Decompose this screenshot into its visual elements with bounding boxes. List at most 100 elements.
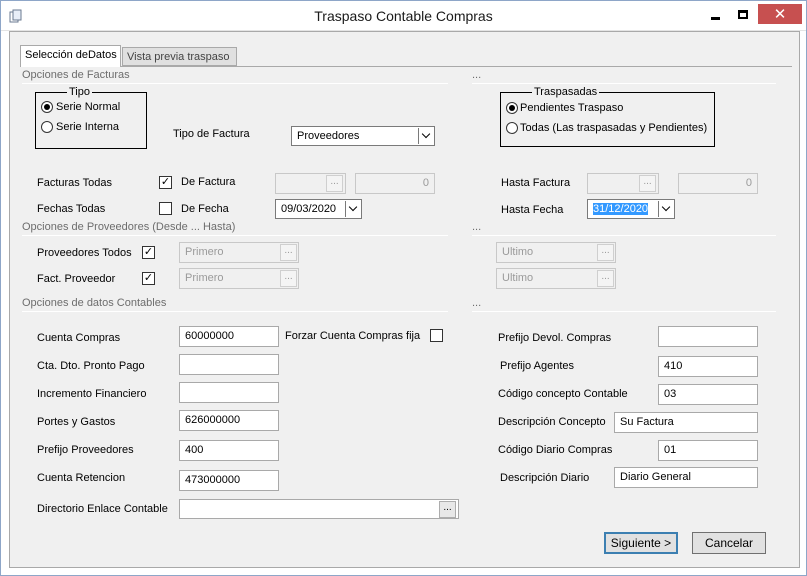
todas-label: Todas (Las traspasadas y Pendientes) [520,122,708,134]
divider [472,235,776,236]
incremento-input[interactable] [179,382,279,403]
desc-concepto-label: Descripción Concepto [498,416,606,428]
fechas-todas-label: Fechas Todas [37,203,106,215]
cta-dto-input[interactable] [179,354,279,375]
divider [472,83,776,84]
codigo-concepto-label: Código concepto Contable [498,388,628,400]
close-button[interactable]: ✕ [758,4,802,24]
tipo-factura-value: Proveedores [297,130,360,142]
cuenta-compras-input[interactable]: 60000000 [179,326,279,347]
facturas-todas-checkbox[interactable]: ✓ [159,176,172,189]
hasta-factura-number-input[interactable]: 0 [678,173,758,194]
incremento-label: Incremento Financiero [37,388,147,400]
hasta-factura-label: Hasta Factura [501,177,571,189]
hasta-fecha-label: Hasta Fecha [501,204,564,216]
prefijo-devol-input[interactable] [658,326,758,347]
desc-diario-input[interactable]: Diario General [614,467,758,488]
serie-normal-radio[interactable] [41,101,53,113]
proveedores-todos-from-browse[interactable]: ... [280,244,297,261]
codigo-diario-input[interactable]: 01 [658,440,758,461]
forzar-cuenta-label: Forzar Cuenta Compras fija [285,330,421,342]
facturas-todas-label: Facturas Todas [37,177,113,189]
hasta-factura-browse-button[interactable]: ... [639,175,656,192]
desc-diario-label: Descripción Diario [500,472,590,484]
proveedores-todos-to-browse[interactable]: ... [597,244,614,261]
de-factura-label: De Factura [181,176,236,188]
section-contables: Opciones de datos Contables [22,297,167,309]
client-area: Selección deDatos Vista previa traspaso … [9,31,800,568]
pendientes-label: Pendientes Traspaso [520,102,624,114]
maximize-button[interactable] [730,4,756,24]
dropdown-arrow [418,128,433,144]
de-factura-browse-button[interactable]: ... [326,175,343,192]
divider [22,235,448,236]
forzar-cuenta-checkbox[interactable] [430,329,443,342]
minimize-icon [710,16,720,20]
fechas-todas-checkbox[interactable] [159,202,172,215]
section-facturas-right: ... [472,69,482,81]
chevron-down-icon [421,129,431,139]
de-factura-number-input[interactable]: 0 [355,173,435,194]
prefijo-proveedores-label: Prefijo Proveedores [37,444,134,456]
pendientes-radio[interactable] [506,102,518,114]
fact-proveedor-checkbox[interactable]: ✓ [142,272,155,285]
window-title: Traspaso Contable Compras [314,8,493,24]
dropdown-arrow [345,201,360,217]
chevron-down-icon [348,202,358,212]
cuenta-retencion-label: Cuenta Retencion [37,472,126,484]
directorio-label: Directorio Enlace Contable [37,503,168,515]
desc-concepto-input[interactable]: Su Factura [614,412,758,433]
dialog-window: Traspaso Contable Compras ✕ Selección de… [0,0,807,576]
divider [472,311,776,312]
section-facturas: Opciones de Facturas [22,69,130,81]
traspasadas-group [500,92,715,147]
directorio-input[interactable] [179,499,459,519]
cta-dto-label: Cta. Dto. Pronto Pago [37,360,145,372]
prefijo-agentes-label: Prefijo Agentes [500,360,574,372]
directorio-browse-button[interactable]: ... [439,501,456,518]
prefijo-agentes-input[interactable]: 410 [658,356,758,377]
proveedores-todos-checkbox[interactable]: ✓ [142,246,155,259]
prefijo-devol-label: Prefijo Devol. Compras [498,332,612,344]
title-bar: Traspaso Contable Compras ✕ [1,1,806,31]
cancelar-button[interactable]: Cancelar [692,532,766,554]
proveedores-todos-label: Proveedores Todos [37,247,132,259]
tab-panel: Opciones de Facturas ... Tipo Serie Norm… [20,66,792,562]
de-fecha-picker[interactable]: 09/03/2020 [275,199,362,219]
dropdown-arrow [658,201,673,217]
traspasadas-legend: Traspasadas [532,86,600,98]
minimize-button[interactable] [702,4,728,24]
portes-label: Portes y Gastos [37,416,116,428]
serie-interna-radio[interactable] [41,121,53,133]
section-contables-right: ... [472,297,482,309]
de-fecha-value: 09/03/2020 [281,203,337,215]
fact-proveedor-label: Fact. Proveedor [37,273,116,285]
serie-normal-label: Serie Normal [56,101,121,113]
divider [22,311,448,312]
serie-interna-label: Serie Interna [56,121,119,133]
section-proveedores-right: ... [472,221,482,233]
hasta-fecha-picker[interactable]: 31/12/2020 [587,199,675,219]
tipo-factura-label: Tipo de Factura [173,128,250,140]
tab-vista-previa[interactable]: Vista previa traspaso [122,47,237,66]
fact-proveedor-to-browse[interactable]: ... [597,270,614,287]
divider [22,83,448,84]
chevron-down-icon [661,202,671,212]
cuenta-retencion-input[interactable]: 473000000 [179,470,279,491]
close-icon: ✕ [773,6,787,23]
siguiente-button[interactable]: Siguiente > [604,532,678,554]
fact-proveedor-from-browse[interactable]: ... [280,270,297,287]
cuenta-compras-label: Cuenta Compras [37,332,121,344]
section-proveedores: Opciones de Proveedores (Desde ... Hasta… [22,221,236,233]
tab-seleccion-datos[interactable]: Selección deDatos [20,45,121,67]
tipo-factura-select[interactable]: Proveedores [291,126,435,146]
de-fecha-label: De Fecha [181,203,229,215]
codigo-diario-label: Código Diario Compras [498,444,613,456]
codigo-concepto-input[interactable]: 03 [658,384,758,405]
hasta-fecha-value: 31/12/2020 [593,203,649,215]
prefijo-proveedores-input[interactable]: 400 [179,440,279,461]
todas-radio[interactable] [506,122,518,134]
portes-input[interactable]: 626000000 [179,410,279,431]
maximize-icon [738,9,748,19]
tipo-legend: Tipo [67,86,92,98]
